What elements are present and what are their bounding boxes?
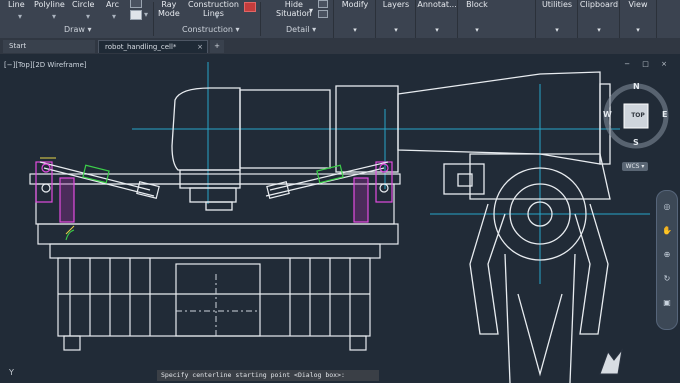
viewcube-south[interactable]: S (633, 138, 639, 147)
ucs-icon: Y (9, 368, 14, 377)
machine-stand (29, 173, 401, 351)
tab-robot-handling-cell[interactable]: robot_handling_cell* × (98, 40, 208, 53)
new-tab-button[interactable]: + (210, 40, 224, 53)
ray-mode-button[interactable]: Ray Mode (158, 0, 180, 18)
arc-tool-button[interactable]: Arc (106, 0, 119, 9)
dropdown-arrow-icon[interactable]: ▾ (215, 12, 219, 21)
wcs-menu-button[interactable]: WCS ▾ (622, 162, 648, 171)
annotation-panel[interactable]: Annotat... ▾ (415, 0, 458, 38)
circle-tool-button[interactable]: Circle (72, 0, 94, 9)
left-gripper (35, 161, 160, 223)
orbit-icon[interactable]: ↻ (661, 273, 673, 285)
zoom-icon[interactable]: ⊕ (661, 249, 673, 261)
dropdown-arrow-icon[interactable]: ▾ (86, 12, 90, 21)
hatch-tool-icon[interactable] (130, 0, 142, 8)
drawing-viewport[interactable]: [−][Top][2D Wireframe] − □ × N S W E TOP… (0, 54, 680, 383)
dropdown-arrow-icon[interactable]: ▾ (112, 12, 116, 21)
detail-tool-icon[interactable] (318, 10, 328, 18)
construction-lines-button[interactable]: Construction Lines (188, 0, 239, 18)
polyline-tool-button[interactable]: Polyline (34, 0, 65, 9)
command-line-prompt[interactable]: Specify centerline starting point <Dialo… (157, 370, 379, 381)
modify-panel[interactable]: Modify ▾ (333, 0, 376, 38)
navigation-bar: ◎ ✋ ⊕ ↻ ▣ (656, 190, 678, 330)
dropdown-arrow-icon[interactable]: ▾ (52, 12, 56, 21)
rectangle-tool-icon[interactable] (130, 10, 142, 20)
detail-tool-icon[interactable] (318, 0, 328, 8)
right-gripper (265, 161, 393, 223)
construction-panel-title[interactable]: Construction ▾ (182, 25, 240, 34)
hide-options-arrow-icon[interactable]: ▾ (309, 6, 313, 15)
panel-separator (260, 2, 261, 36)
construction-tool-icon[interactable] (244, 2, 256, 12)
robot-cell-drawing (29, 62, 650, 383)
pan-icon[interactable]: ✋ (661, 225, 673, 237)
tab-label: robot_handling_cell* (105, 43, 177, 51)
showmotion-icon[interactable]: ▣ (661, 297, 673, 309)
file-tab-bar: Start robot_handling_cell* × + (0, 38, 680, 54)
close-tab-icon[interactable]: × (197, 41, 203, 54)
utilities-panel[interactable]: Utilities ▾ (535, 0, 578, 38)
layers-panel[interactable]: Layers ▾ (375, 0, 416, 38)
line-tool-button[interactable]: Line (8, 0, 25, 9)
clipboard-panel[interactable]: Clipboard ▾ (577, 0, 620, 38)
app-logo-icon (599, 348, 623, 375)
centerlines (132, 62, 650, 284)
panel-separator (153, 2, 154, 36)
tab-start[interactable]: Start (3, 40, 95, 53)
hide-situation-button[interactable]: Hide Situation (276, 0, 312, 18)
block-panel[interactable]: Block ▾ (457, 0, 496, 38)
rotary-base (443, 153, 611, 383)
dropdown-arrow-icon[interactable]: ▾ (18, 12, 22, 21)
viewcube-top-face[interactable]: TOP (627, 112, 649, 119)
viewcube-west[interactable]: W (603, 110, 612, 119)
viewcube-north[interactable]: N (633, 82, 640, 91)
viewcube-east[interactable]: E (662, 110, 667, 119)
steering-wheel-icon[interactable]: ◎ (661, 201, 673, 213)
dropdown-arrow-icon[interactable]: ▾ (144, 10, 148, 19)
detail-panel-title[interactable]: Detail ▾ (286, 25, 316, 34)
ribbon: Line Polyline Circle Arc ▾ ▾ ▾ ▾ ▾ Draw … (0, 0, 680, 39)
robot-arm (171, 71, 611, 211)
view-panel[interactable]: View ▾ (619, 0, 657, 38)
draw-panel-title[interactable]: Draw ▾ (64, 25, 91, 34)
